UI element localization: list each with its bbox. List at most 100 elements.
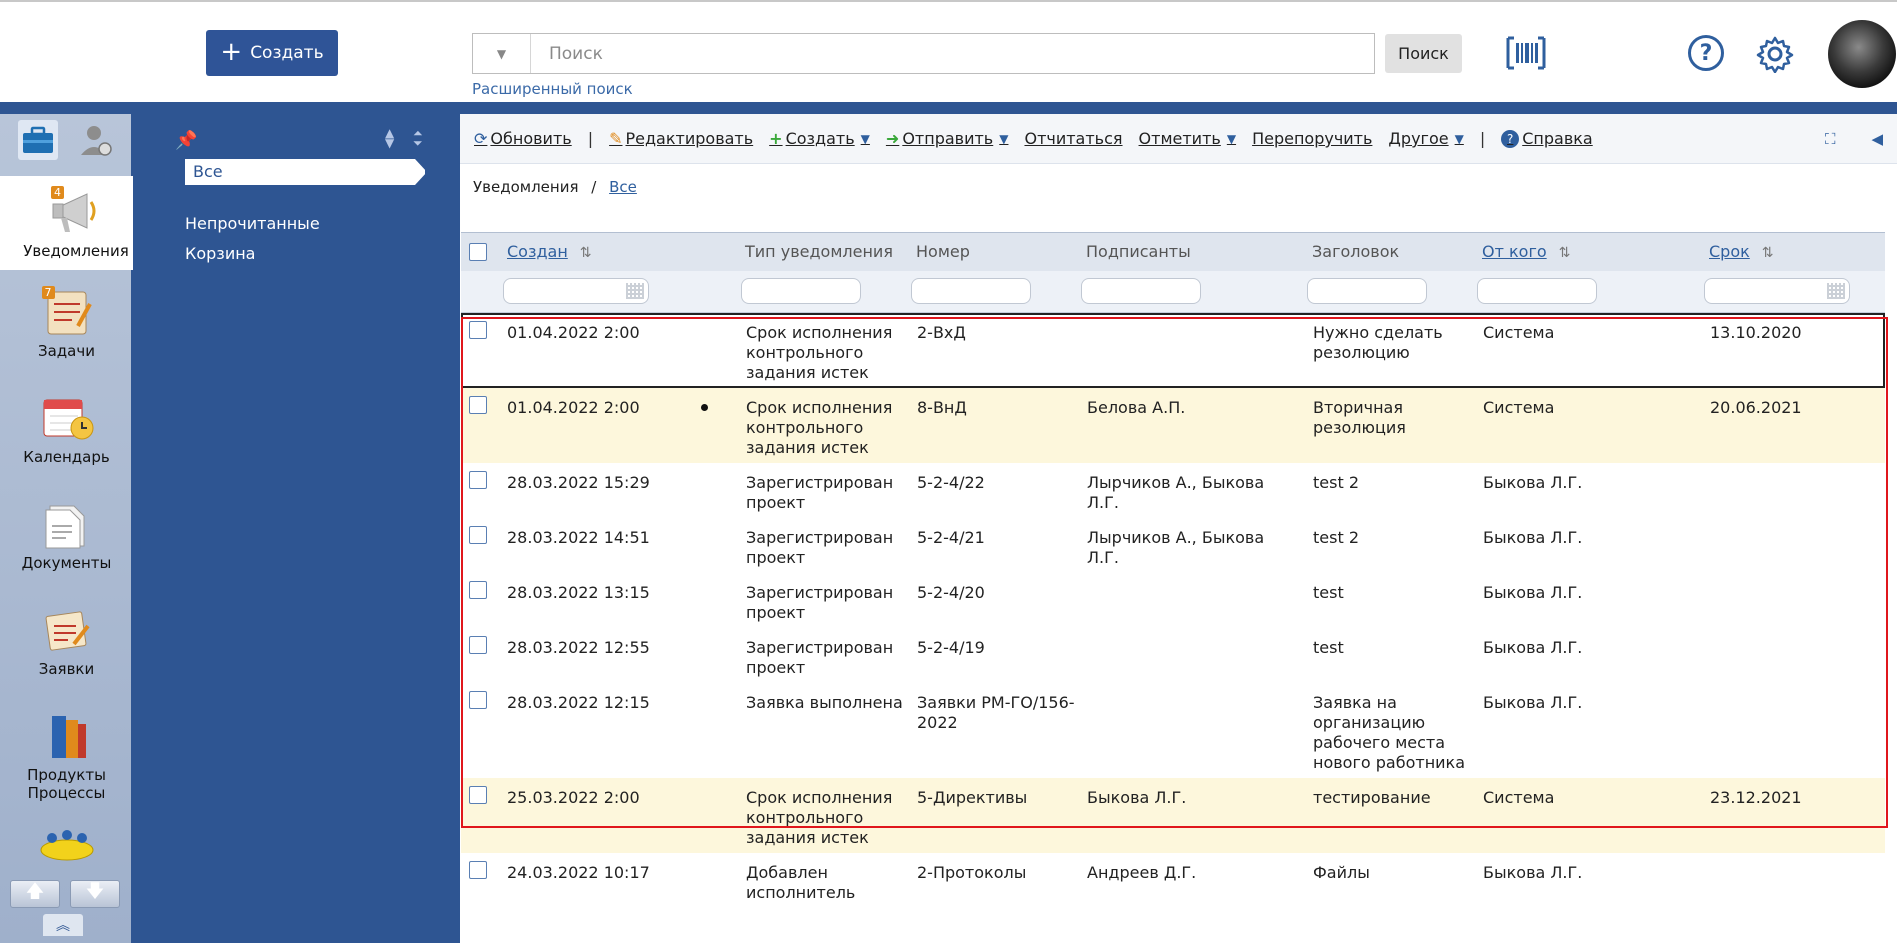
cell-title: Нужно сделать резолюцию — [1313, 323, 1443, 362]
search-button[interactable]: Поиск — [1385, 34, 1462, 73]
cell-created: 28.03.2022 12:15 — [507, 693, 650, 712]
rail-item-notifications[interactable]: 4 Уведомления — [0, 176, 152, 270]
select-all-checkbox[interactable] — [469, 243, 487, 261]
chevron-down-icon: ▼ — [1226, 131, 1237, 146]
tasks-badge: 7 — [41, 286, 55, 299]
cell-created: 28.03.2022 15:29 — [507, 473, 650, 492]
advanced-search-link[interactable]: Расширенный поиск — [472, 80, 633, 98]
table-row[interactable]: 28.03.2022 15:29 Зарегистрирован проект 5-… — [461, 463, 1885, 518]
chevron-down-icon: ▼ — [860, 131, 870, 146]
table-row[interactable]: 01.04.2022 2:00 Срок исполнения контрольн… — [461, 388, 1885, 463]
cell-type: Зарегистрирован проект — [746, 528, 894, 567]
column-deadline[interactable]: Срок ⇅ — [1709, 242, 1774, 261]
folder-unread[interactable]: Непрочитанные — [185, 214, 320, 233]
tab-briefcase[interactable] — [18, 120, 58, 160]
cell-from: Быкова Л.Г. — [1483, 863, 1583, 882]
sort-folders-icon[interactable]: ▲ ▼ — [385, 127, 394, 149]
toolbar: ⟳ Обновить | ✎ Редактировать + Создать ▼… — [460, 114, 1897, 164]
filter-title[interactable] — [1307, 278, 1427, 304]
column-from[interactable]: От кого ⇅ — [1482, 242, 1570, 261]
cell-signers: Андреев Д.Г. — [1087, 863, 1197, 882]
scroll-up-button[interactable]: 🡅 — [10, 880, 60, 908]
refresh-button[interactable]: ⟳ Обновить — [474, 129, 572, 148]
table-row[interactable]: 01.04.2022 2:00 Срок исполнения контрольн… — [461, 313, 1885, 388]
row-checkbox[interactable] — [469, 396, 487, 414]
calendar-grid-icon[interactable] — [626, 283, 644, 299]
filter-number[interactable] — [911, 278, 1031, 304]
create-button[interactable]: + Создать — [206, 30, 338, 76]
column-created-label: Создан — [507, 242, 568, 261]
user-icon — [81, 126, 112, 156]
help-button[interactable]: ? Справка — [1501, 129, 1593, 148]
column-title: Заголовок — [1312, 242, 1400, 261]
row-checkbox[interactable] — [469, 581, 487, 599]
row-checkbox[interactable] — [469, 526, 487, 544]
filter-created[interactable] — [503, 278, 649, 304]
table-row[interactable]: 28.03.2022 13:15 Зарегистрирован проект 5-… — [461, 573, 1885, 628]
notifications-badge: 4 — [51, 186, 64, 199]
edit-button[interactable]: ✎ Редактировать — [609, 129, 753, 148]
documents-icon — [38, 498, 96, 550]
cell-title: test 2 — [1313, 528, 1359, 547]
table-row[interactable]: 28.03.2022 14:51 Зарегистрирован проект 5-… — [461, 518, 1885, 573]
table-row[interactable]: 25.03.2022 2:00 Срок исполнения контрольн… — [461, 778, 1885, 853]
barcode-icon[interactable] — [1506, 36, 1546, 70]
table-row[interactable]: 28.03.2022 12:15 Заявка выполнена Заявки Р… — [461, 683, 1885, 778]
header-divider — [0, 102, 1897, 114]
pin-icon[interactable]: 📌 — [175, 130, 197, 151]
other-menu-button[interactable]: Другое ▼ — [1388, 129, 1463, 148]
sort-icon: ⇅ — [1558, 245, 1571, 261]
meeting-icon[interactable] — [38, 828, 96, 872]
rail-item-products-processes[interactable]: Продукты Процессы — [0, 710, 133, 802]
create-menu-button[interactable]: + Создать ▼ — [769, 129, 870, 148]
folder-all[interactable]: Все — [185, 159, 425, 185]
collapse-rail-button[interactable]: ︽ — [43, 914, 83, 936]
chevron-down-icon: ▼ — [999, 131, 1009, 146]
books-icon — [38, 710, 96, 762]
help-icon[interactable]: ? — [1688, 35, 1724, 71]
cell-from: Система — [1483, 398, 1555, 417]
refresh-label: Обновить — [490, 129, 572, 148]
send-menu-button[interactable]: ➜ Отправить ▼ — [886, 129, 1009, 148]
fullscreen-icon[interactable]: ⛶ — [1825, 130, 1836, 148]
row-checkbox[interactable] — [469, 786, 487, 804]
table-row[interactable]: 24.03.2022 10:17 Добавлен исполнитель 2-Пр… — [461, 853, 1885, 908]
cell-number: 5-2-4/21 — [917, 528, 985, 547]
filter-type[interactable] — [741, 278, 861, 304]
row-checkbox[interactable] — [469, 636, 487, 654]
report-button[interactable]: Отчитаться — [1024, 129, 1122, 148]
top-header: + Создать ▼ Поиск Расширенный поиск ? — [0, 0, 1897, 102]
avatar[interactable] — [1828, 20, 1896, 88]
column-from-label: От кого — [1482, 242, 1547, 261]
cell-type: Добавлен исполнитель — [746, 863, 856, 902]
reassign-button[interactable]: Перепоручить — [1252, 129, 1372, 148]
mark-menu-button[interactable]: Отметить ▼ — [1139, 129, 1237, 148]
rail-item-documents[interactable]: Документы — [0, 498, 133, 572]
row-checkbox[interactable] — [469, 321, 487, 339]
filter-signers[interactable] — [1081, 278, 1201, 304]
filter-deadline[interactable] — [1704, 278, 1850, 304]
filter-from[interactable] — [1477, 278, 1597, 304]
rail-item-calendar[interactable]: Календарь — [0, 392, 133, 466]
calendar-grid-icon[interactable] — [1827, 283, 1845, 299]
row-checkbox[interactable] — [469, 691, 487, 709]
module-rail: 4 Уведомления 7 Задачи Календарь Докумен… — [0, 114, 152, 943]
collapse-left-icon[interactable]: ◀ — [1871, 130, 1883, 148]
rail-item-tasks[interactable]: 7 Задачи — [0, 286, 133, 360]
row-checkbox[interactable] — [469, 861, 487, 879]
search-filter-dropdown[interactable]: ▼ — [473, 34, 531, 73]
cell-number: 5-2-4/20 — [917, 583, 985, 602]
tab-user[interactable] — [76, 120, 116, 160]
folder-trash[interactable]: Корзина — [185, 244, 255, 263]
row-checkbox[interactable] — [469, 471, 487, 489]
cell-type: Зарегистрирован проект — [746, 473, 894, 512]
gear-icon[interactable] — [1756, 35, 1794, 73]
search-input[interactable] — [531, 43, 1374, 64]
sort-icon: ⇅ — [579, 245, 592, 261]
scroll-down-button[interactable]: 🡇 — [70, 880, 120, 908]
table-row[interactable]: 28.03.2022 12:55 Зарегистрирован проект 5-… — [461, 628, 1885, 683]
rail-item-requests[interactable]: Заявки — [0, 604, 133, 678]
breadcrumb-current[interactable]: Все — [609, 178, 637, 196]
collapse-all-icon[interactable]: ⏶ ⏷ — [413, 127, 423, 149]
column-created[interactable]: Создан ⇅ — [507, 242, 592, 261]
